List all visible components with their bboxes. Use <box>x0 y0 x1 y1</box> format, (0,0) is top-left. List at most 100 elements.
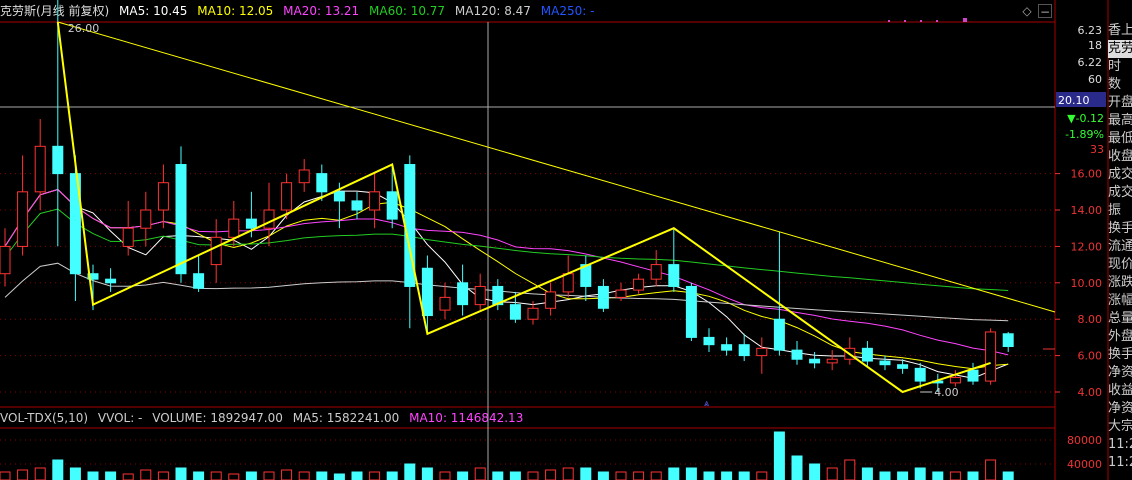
arrow-marker: ⩓ <box>704 399 709 409</box>
vol-tick: 40000 <box>1067 458 1102 471</box>
volume-bar <box>369 471 381 480</box>
info-label: 开盘 <box>1108 95 1132 110</box>
ma10-line <box>4 188 1009 370</box>
volume-bar <box>281 469 293 480</box>
volume-bar <box>668 467 680 480</box>
candle <box>721 337 733 356</box>
price-tick: 14.00 <box>1071 204 1103 217</box>
volume-bar <box>809 463 821 480</box>
volume-bar <box>527 471 539 480</box>
ma20-line <box>4 188 1009 356</box>
info-label: 外盘 <box>1108 329 1132 344</box>
marker-dot <box>888 20 890 22</box>
volume-bar <box>17 469 29 480</box>
price-tick: 6.00 <box>1078 350 1103 363</box>
volume-bar <box>721 471 733 480</box>
candle <box>193 255 205 292</box>
volume-bar <box>69 467 81 480</box>
price-change: ▼-0.12 <box>1067 112 1104 125</box>
info-label: 净资 <box>1108 365 1132 380</box>
volume-bar <box>228 473 240 480</box>
info-label: 香上 <box>1108 23 1132 38</box>
candle <box>597 279 609 312</box>
candle <box>69 155 81 302</box>
volume-bar <box>210 471 222 480</box>
price-top1: 6.23 <box>1078 24 1103 37</box>
price-change-num: 33 <box>1090 143 1104 156</box>
candle <box>580 255 592 302</box>
info-label: 克劳 <box>1108 40 1132 58</box>
info-label: 换手 <box>1108 221 1132 236</box>
price-change-pct: -1.89% <box>1065 128 1104 141</box>
candle <box>879 355 891 371</box>
volume-bar <box>791 455 803 480</box>
marker-dot <box>963 18 967 22</box>
info-label: 最高 <box>1108 113 1132 128</box>
candle <box>0 228 11 287</box>
candle <box>773 231 785 356</box>
volume-bar <box>87 471 99 480</box>
volume-bar <box>861 467 873 480</box>
candle <box>1002 331 1014 352</box>
volume-bar <box>914 467 926 480</box>
candle <box>545 282 557 316</box>
candle <box>298 159 310 192</box>
volume-bar <box>263 471 275 480</box>
info-label: 最低 <box>1108 131 1132 146</box>
candle <box>967 362 979 385</box>
candle <box>439 282 451 320</box>
trend-line <box>57 21 1056 313</box>
ma120-line <box>4 262 1009 322</box>
candle <box>457 264 469 316</box>
candle <box>703 328 715 352</box>
candle <box>421 255 433 334</box>
volume-bar <box>140 469 152 480</box>
volume-bar <box>404 463 416 480</box>
price-tick: 10.00 <box>1071 277 1103 290</box>
info-label: 收盘 <box>1108 149 1132 164</box>
volume-bar <box>562 467 574 480</box>
candle <box>474 273 486 311</box>
candle <box>685 282 697 342</box>
volume-bar <box>703 471 715 480</box>
candle <box>105 268 117 292</box>
candle <box>756 337 768 374</box>
kline-chart[interactable]: 26.00 4.00 ⩓ 6.23 18 6.22 60 20.10 ▼-0.12 -1.89%… <box>0 0 1132 480</box>
price-top3: 6.22 <box>1078 56 1103 69</box>
info-label: 现价 <box>1108 257 1132 272</box>
marker-dot <box>920 20 922 22</box>
ma60-line <box>4 208 1009 291</box>
price-tick: 4.00 <box>1078 386 1103 399</box>
volume-bar <box>1002 471 1014 480</box>
info-label: 振 <box>1108 203 1122 218</box>
candle <box>826 350 838 371</box>
volume-bar <box>756 471 768 480</box>
candle <box>861 341 873 367</box>
volume-bar <box>474 467 486 480</box>
candle <box>140 191 152 247</box>
price-tick: 12.00 <box>1071 240 1103 253</box>
price-top4: 60 <box>1088 73 1102 86</box>
info-label: 11:2 <box>1108 437 1132 452</box>
candle <box>985 328 997 385</box>
info-label: 成交 <box>1108 185 1132 200</box>
volume-bar <box>122 473 134 480</box>
volume-bar <box>298 471 310 480</box>
candle <box>157 164 169 229</box>
info-label: 总量 <box>1108 311 1132 326</box>
price-tick: 16.00 <box>1071 168 1103 181</box>
volume-bar <box>52 459 64 480</box>
candle <box>122 200 134 256</box>
candle <box>562 255 574 298</box>
info-label: 大宗 <box>1108 419 1132 434</box>
volume-bar <box>685 467 697 480</box>
info-label: 涨跌 <box>1108 275 1132 290</box>
price-top2: 18 <box>1088 39 1102 52</box>
candle <box>633 273 645 294</box>
volume-bar <box>245 471 257 480</box>
high-annotation: 26.00 <box>68 22 100 35</box>
info-label: 11:2 <box>1108 455 1132 470</box>
volume-bar <box>333 473 345 480</box>
volume-bar <box>421 467 433 480</box>
vol-tick: 80000 <box>1067 434 1102 447</box>
